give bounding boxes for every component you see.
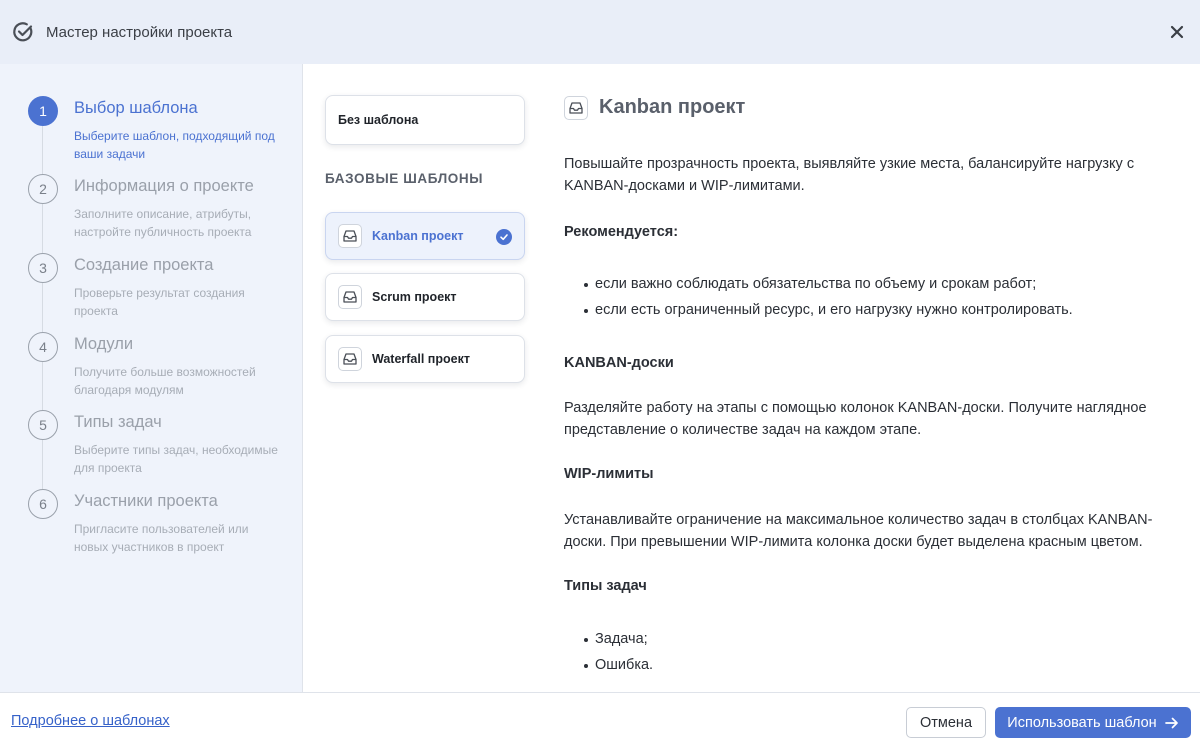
step-number: 6 [28,489,58,519]
template-label: Scrum проект [372,290,457,304]
wizard-title: Мастер настройки проекта [46,23,233,41]
step-connector [42,283,43,332]
step-connector [42,204,43,253]
step-description: Выберите шаблон, подходящий под ваши зад… [74,129,275,161]
step-number: 4 [28,332,58,362]
step-connector [42,362,43,411]
step-description: Пригласите пользователей или новых участ… [74,522,249,554]
template-card-kanban[interactable]: Kanban проект [325,212,525,260]
check-circle-icon [12,21,34,43]
wizard-footer: Подробнее о шаблонах Отмена Использовать… [0,692,1200,747]
template-card-scrum[interactable]: Scrum проект [325,273,525,321]
wip-limits-text: Устанавливайте ограничение на максимальн… [564,512,1153,550]
arrow-right-icon [1164,717,1179,729]
list-item: если важно соблюдать обязательства по об… [564,271,1154,297]
template-label: Kanban проект [372,229,464,243]
inbox-icon [338,285,362,309]
template-card-waterfall[interactable]: Waterfall проект [325,335,525,383]
inbox-icon [338,224,362,248]
wizard-header: Мастер настройки проекта [0,0,1200,64]
step-number: 2 [28,174,58,204]
steps-sidebar: 1 Выбор шаблона Выберите шаблон, подходя… [0,64,303,692]
step-connector [42,440,43,489]
task-types-list: Задача; Ошибка. [564,626,1154,678]
step-description: Проверьте результат создания проекта [74,286,245,318]
inbox-icon [338,347,362,371]
list-item: Задача; [564,626,1154,652]
step-name: Типы задач [74,413,162,431]
step-name: Модули [74,335,134,353]
step-connector [42,126,43,175]
template-label: Без шаблона [338,113,419,127]
list-item: если есть ограниченный ресурс, и его наг… [564,297,1154,323]
template-card-none[interactable]: Без шаблона [325,95,525,145]
task-types-heading: Типы задач [564,578,647,594]
close-icon[interactable] [1164,19,1190,45]
kanban-boards-text: Разделяйте работу на этапы с помощью кол… [564,400,1147,438]
template-details: Kanban проект Повышайте прозрачность про… [564,64,1164,692]
recommended-heading: Рекомендуется: [564,224,679,240]
recommended-list: если важно соблюдать обязательства по об… [564,271,1154,323]
step-name: Создание проекта [74,256,214,274]
wip-limits-heading: WIP-лимиты [564,466,654,482]
step-number: 1 [28,96,58,126]
more-about-templates-link[interactable]: Подробнее о шаблонах [11,713,170,729]
step-name: Участники проекта [74,492,218,510]
list-item: Ошибка. [564,652,1154,678]
step-name: Информация о проекте [74,177,254,195]
template-list: Без шаблона БАЗОВЫЕ ШАБЛОНЫ Kanban проек… [304,64,544,692]
use-template-label: Использовать шаблон [1007,714,1157,731]
base-templates-heading: БАЗОВЫЕ ШАБЛОНЫ [325,171,484,186]
kanban-boards-heading: KANBAN-доски [564,355,674,371]
step-name: Выбор шаблона [74,99,198,117]
step-number: 3 [28,253,58,283]
template-label: Waterfall проект [372,352,470,366]
checkmark-icon [496,229,512,245]
step-description: Получите больше возможностей благодаря м… [74,365,256,397]
details-intro: Повышайте прозрачность проекта, выявляйт… [564,156,1135,194]
step-description: Выберите типы задач, необходимые для про… [74,443,278,475]
use-template-button[interactable]: Использовать шаблон [995,707,1191,738]
details-title: Kanban проект [599,96,746,118]
inbox-icon [564,96,588,120]
step-description: Заполните описание, атрибуты, настройте … [74,207,252,239]
cancel-button[interactable]: Отмена [906,707,986,738]
step-number: 5 [28,410,58,440]
